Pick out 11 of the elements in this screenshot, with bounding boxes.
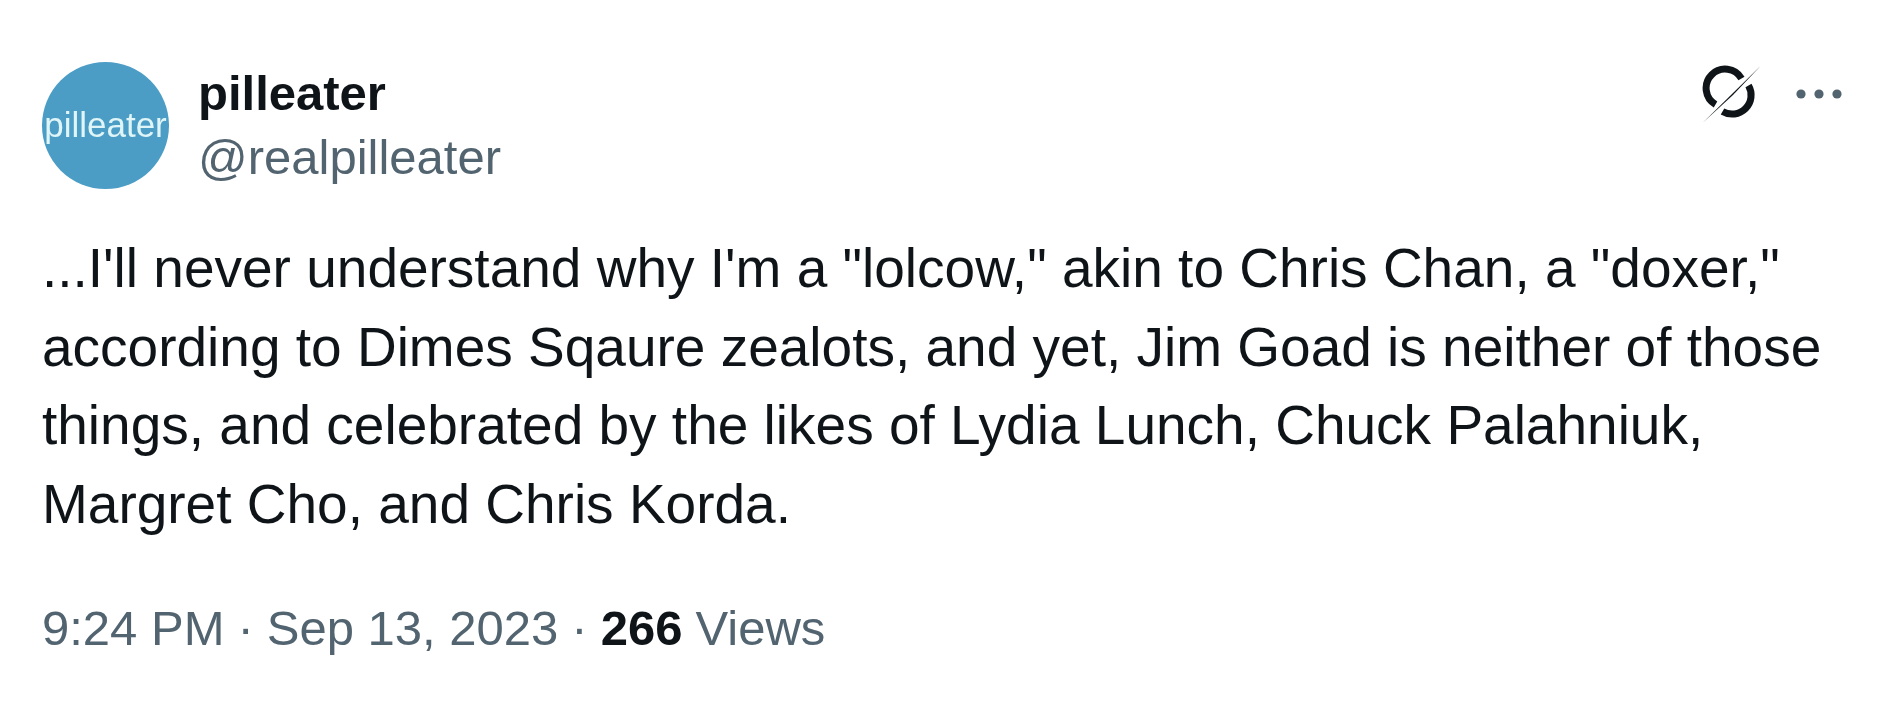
author-handle[interactable]: @realpilleater [198,125,502,189]
views-count: 266 [600,600,683,657]
avatar-text: pilleater [44,105,167,145]
views-label: Views [695,600,826,657]
separator-dot: · [237,600,254,657]
separator-dot: · [571,600,588,657]
tweet-text: ...I'll never understand why I'm a "lolcow," akin to Chris Chan, a "doxer," according to Dimes Sqaure zealots, and yet, Jim Goad is neither of those things, and celebrated by the likes of Lydia Lunch, Chuck Palahniuk, Margret Cho, and Chris Korda. [42,236,1823,537]
post-time[interactable]: 9:24 PM [42,596,225,660]
post-date[interactable]: Sep 13, 2023 [266,596,559,660]
more-icon[interactable] [1796,89,1842,99]
author-name[interactable]: pilleater [198,61,502,125]
